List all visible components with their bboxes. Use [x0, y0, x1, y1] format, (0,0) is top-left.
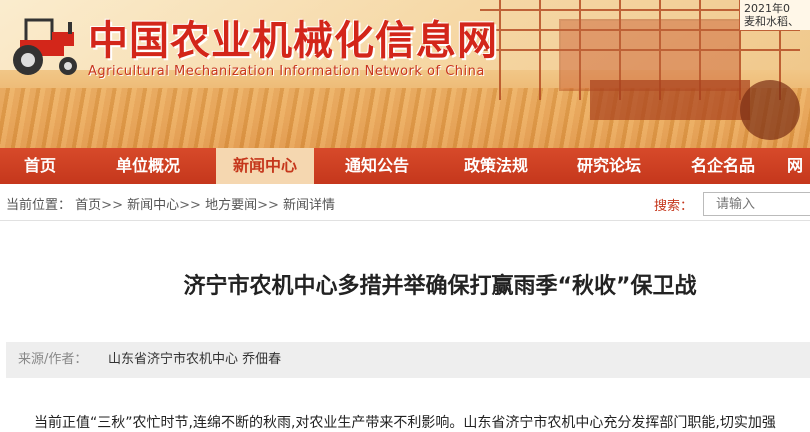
nav-item-more[interactable]: 网 — [780, 148, 810, 184]
nav-item-policies[interactable]: 政策法规 — [440, 148, 552, 184]
tractor-logo-icon — [13, 18, 77, 75]
breadcrumb-home[interactable]: 首页 — [75, 198, 101, 213]
site-title: 中国农业机械化信息网 — [88, 18, 498, 64]
breadcrumb-news-center[interactable]: 新闻中心 — [127, 198, 179, 213]
site-subtitle: Agricultural Mechanization Information N… — [88, 64, 485, 79]
breadcrumb-local-news[interactable]: 地方要闻 — [205, 198, 257, 213]
breadcrumb-separator: >> — [257, 198, 279, 213]
article-body-paragraph: 当前正值“三秋”农忙时节,连绵不断的秋雨,对农业生产带来不利影响。山东省济宁市农… — [34, 415, 776, 431]
header-banner: 中国农业机械化信息网 Agricultural Mechanization In… — [0, 0, 810, 148]
search-label: 搜索： — [654, 199, 694, 214]
main-nav: 首页 单位概况 新闻中心 通知公告 政策法规 研究论坛 名企名品 网 — [0, 148, 810, 184]
nav-item-home[interactable]: 首页 — [0, 148, 80, 184]
breadcrumb-prefix: 当前位置： — [6, 198, 72, 213]
breadcrumb-separator: >> — [101, 198, 123, 213]
nav-item-about[interactable]: 单位概况 — [80, 148, 216, 184]
nav-item-notices[interactable]: 通知公告 — [314, 148, 440, 184]
breadcrumb-separator: >> — [179, 198, 201, 213]
nav-item-news[interactable]: 新闻中心 — [216, 148, 314, 184]
article-title: 济宁市农机中心多措并举确保打赢雨季“秋收”保卫战 — [183, 274, 697, 299]
date-ticker-line: 2021年0 — [744, 2, 790, 15]
date-ticker: 2021年0 麦和水稻、 — [740, 0, 810, 30]
breadcrumb-current: 新闻详情 — [283, 198, 336, 213]
source-label: 来源/作者： — [18, 352, 88, 367]
breadcrumb: 当前位置： 首页>> 新闻中心>> 地方要闻>> 新闻详情 — [6, 194, 335, 213]
source-value: 山东省济宁市农机中心 乔佃春 — [108, 352, 282, 367]
nav-item-forum[interactable]: 研究论坛 — [552, 148, 666, 184]
breadcrumb-bar: 当前位置： 首页>> 新闻中心>> 地方要闻>> 新闻详情 搜索： — [0, 184, 810, 221]
date-ticker-line: 麦和水稻、 — [744, 15, 799, 28]
nav-item-brands[interactable]: 名企名品 — [666, 148, 780, 184]
search-input[interactable] — [703, 192, 810, 216]
article-source-bar: 来源/作者： 山东省济宁市农机中心 乔佃春 — [6, 342, 810, 378]
